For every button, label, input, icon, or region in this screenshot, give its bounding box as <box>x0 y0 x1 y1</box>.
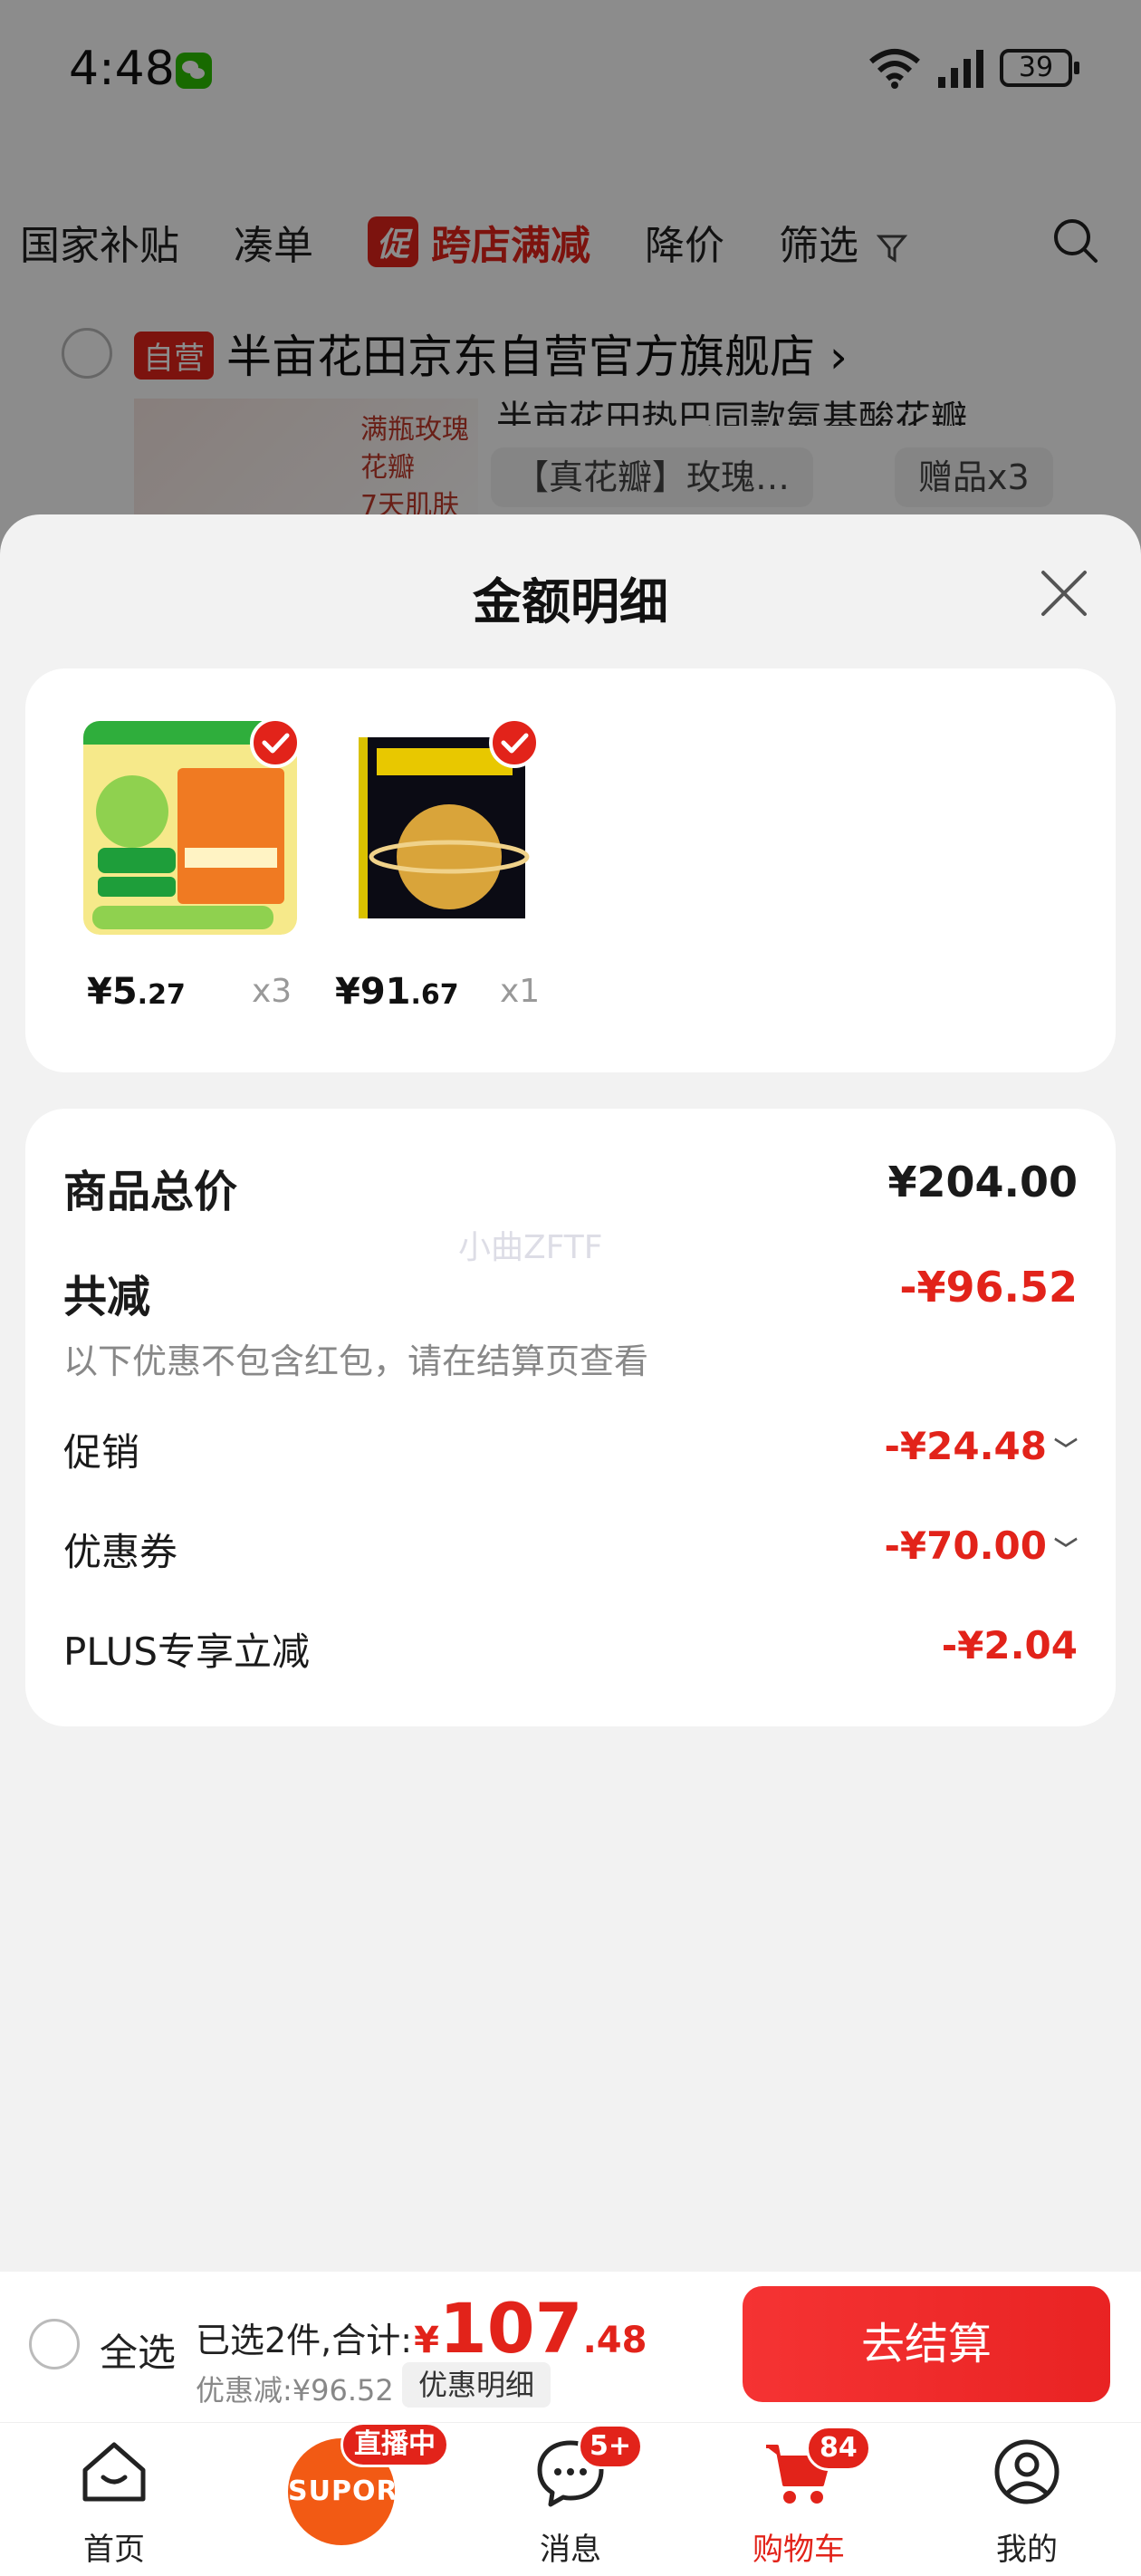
chevron-down-icon: ﹀ <box>1053 1537 1078 1564</box>
total-price-label: 商品总价 <box>63 1167 238 1217</box>
selected-count-text: 已选2件,合计: <box>196 2321 413 2360</box>
select-all-checkbox[interactable] <box>29 2319 80 2369</box>
item-quantity: x3 <box>252 973 292 1010</box>
item-price: ¥5.27 <box>87 971 186 1013</box>
discount-summary: 优惠减:¥96.52 <box>196 2373 394 2408</box>
tab-bar: 首页 消息 购物车 我的 <box>0 2422 1141 2576</box>
amount-detail-sheet: 金额明细 ¥5.27 x3 ¥91.67 x1 小曲ZFTF 商品总价 ¥204… <box>0 514 1141 2272</box>
tab-profile-label: 我的 <box>996 2532 1058 2568</box>
coupon-row[interactable]: -¥70.00 ﹀ <box>884 1523 1078 1568</box>
checkout-button[interactable]: 去结算 <box>743 2286 1110 2402</box>
messages-badge: 5+ <box>578 2424 644 2469</box>
coupon-label: 优惠券 <box>63 1530 178 1574</box>
selected-items-card: ¥5.27 x3 ¥91.67 x1 <box>25 668 1116 1072</box>
promotion-value: -¥24.48 <box>884 1424 1047 1468</box>
watermark: 小曲ZFTF <box>458 1229 603 1266</box>
total-line: 已选2件,合计: ¥ 107 .48 <box>196 2288 647 2369</box>
item-quantity: x1 <box>500 973 541 1010</box>
discount-note: 以下优惠不包含红包，请在结算页查看 <box>63 1341 649 1381</box>
tab-home-label: 首页 <box>83 2532 145 2568</box>
select-all-label[interactable]: 全选 <box>100 2322 176 2378</box>
total-reduction-label: 共减 <box>63 1272 151 1322</box>
total-amount-int: 107 <box>438 2288 583 2369</box>
total-reduction-value: -¥96.52 <box>899 1263 1078 1312</box>
promotion-row[interactable]: -¥24.48 ﹀ <box>884 1424 1078 1468</box>
tab-home[interactable]: 首页 <box>42 2436 187 2571</box>
price-summary-card: 小曲ZFTF 商品总价 ¥204.00 共减 -¥96.52 以下优惠不包含红包… <box>25 1109 1116 1726</box>
live-badge: 直播中 <box>340 2422 449 2467</box>
total-price-value: ¥204.00 <box>887 1158 1078 1206</box>
plus-discount-value: -¥2.04 <box>941 1623 1078 1668</box>
sheet-title: 金额明细 <box>473 573 668 630</box>
discount-detail-button[interactable]: 优惠明细 <box>402 2362 551 2408</box>
selected-check-icon <box>250 717 301 768</box>
total-currency: ¥ <box>414 2320 439 2361</box>
item-price-int: ¥91 <box>335 971 411 1013</box>
plus-discount-label: PLUS专享立减 <box>63 1629 311 1674</box>
user-icon <box>994 2439 1060 2504</box>
chevron-down-icon: ﹀ <box>1053 1437 1078 1465</box>
close-icon[interactable] <box>1034 563 1094 623</box>
checkout-bar: 全选 已选2件,合计: ¥ 107 .48 优惠减:¥96.52 优惠明细 去结… <box>0 2272 1141 2422</box>
total-amount-dec: .48 <box>582 2320 647 2361</box>
tab-messages-label: 消息 <box>540 2532 601 2568</box>
item-price-dec: .27 <box>137 979 186 1011</box>
cart-count-badge: 84 <box>806 2426 871 2471</box>
item-price-dec: .67 <box>410 979 459 1011</box>
tab-cart-label: 购物车 <box>753 2532 845 2568</box>
item-price: ¥91.67 <box>335 971 459 1013</box>
coupon-value: -¥70.00 <box>884 1523 1047 1568</box>
tab-profile[interactable]: 我的 <box>954 2436 1099 2571</box>
home-icon <box>82 2442 146 2502</box>
promotion-label: 促销 <box>63 1430 140 1475</box>
dim-overlay[interactable] <box>0 0 1141 580</box>
selected-check-icon <box>489 717 540 768</box>
item-price-int: ¥5 <box>87 971 138 1013</box>
